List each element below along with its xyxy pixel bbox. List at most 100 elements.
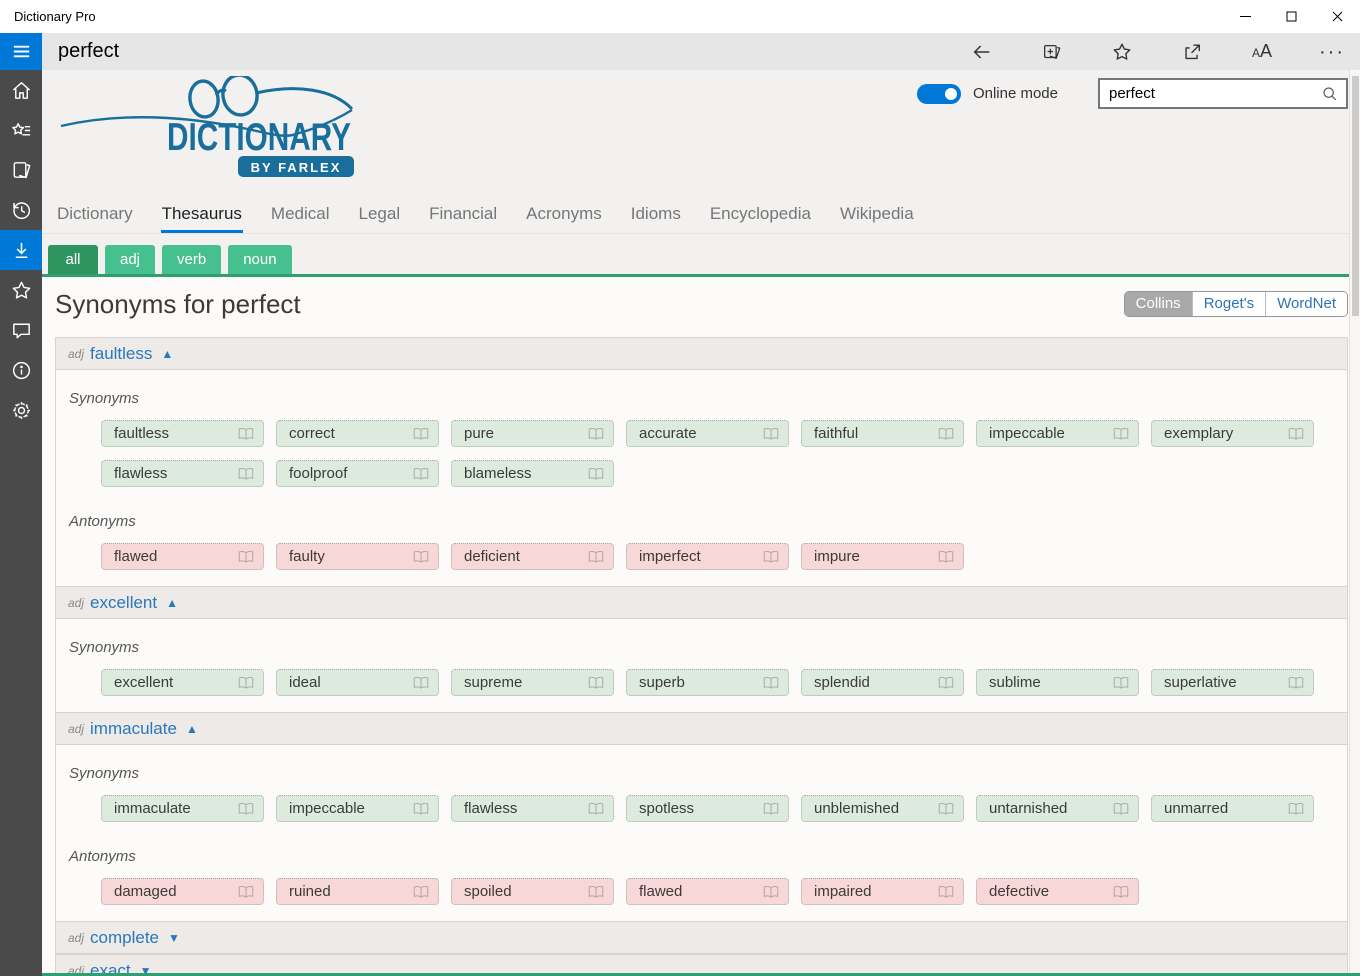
sidebar-item-feedback[interactable]: [0, 310, 42, 350]
close-button[interactable]: [1314, 1, 1360, 33]
synonym-chip[interactable]: splendid: [801, 669, 964, 696]
vertical-scrollbar[interactable]: [1349, 70, 1360, 976]
antonym-chip[interactable]: flawed: [626, 878, 789, 905]
sidebar-item-history[interactable]: [0, 190, 42, 230]
sidebar-item-flashcards[interactable]: [0, 150, 42, 190]
pos-filter-all[interactable]: all: [48, 245, 98, 274]
book-icon[interactable]: [937, 549, 955, 565]
sidebar-item-home[interactable]: [0, 70, 42, 110]
book-icon[interactable]: [237, 884, 255, 900]
online-mode-toggle[interactable]: [917, 84, 961, 104]
antonym-chip[interactable]: imperfect: [626, 543, 789, 570]
synonym-chip[interactable]: superb: [626, 669, 789, 696]
tab-encyclopedia[interactable]: Encyclopedia: [709, 204, 812, 233]
add-flashcard-button[interactable]: [1040, 40, 1064, 64]
favorite-button[interactable]: [1110, 40, 1134, 64]
synonym-chip[interactable]: correct: [276, 420, 439, 447]
book-icon[interactable]: [762, 801, 780, 817]
book-icon[interactable]: [762, 426, 780, 442]
tab-dictionary[interactable]: Dictionary: [56, 204, 134, 233]
book-icon[interactable]: [237, 675, 255, 691]
tab-thesaurus[interactable]: Thesaurus: [161, 204, 243, 233]
synonym-chip[interactable]: ideal: [276, 669, 439, 696]
antonym-chip[interactable]: damaged: [101, 878, 264, 905]
maximize-button[interactable]: [1268, 1, 1314, 33]
synonym-chip[interactable]: spotless: [626, 795, 789, 822]
sidebar-item-downloads[interactable]: [0, 230, 42, 270]
synonym-chip[interactable]: blameless: [451, 460, 614, 487]
tab-wikipedia[interactable]: Wikipedia: [839, 204, 915, 233]
synonym-chip[interactable]: faithful: [801, 420, 964, 447]
synonym-chip[interactable]: flawless: [101, 460, 264, 487]
book-icon[interactable]: [937, 426, 955, 442]
text-size-button[interactable]: AA: [1250, 40, 1274, 64]
dictionary-logo[interactable]: DICTIONARY BY FARLEX: [56, 76, 356, 189]
search-icon[interactable]: [1321, 85, 1338, 102]
tab-medical[interactable]: Medical: [270, 204, 331, 233]
book-icon[interactable]: [237, 466, 255, 482]
synonym-chip[interactable]: pure: [451, 420, 614, 447]
book-icon[interactable]: [587, 549, 605, 565]
pos-filter-adj[interactable]: adj: [105, 245, 155, 274]
back-button[interactable]: [970, 40, 994, 64]
antonym-chip[interactable]: impaired: [801, 878, 964, 905]
source-rogets[interactable]: Roget's: [1192, 292, 1265, 316]
synonym-chip[interactable]: exemplary: [1151, 420, 1314, 447]
synonym-chip[interactable]: faultless: [101, 420, 264, 447]
synonym-chip[interactable]: foolproof: [276, 460, 439, 487]
antonym-chip[interactable]: ruined: [276, 878, 439, 905]
book-icon[interactable]: [1112, 801, 1130, 817]
synonym-chip[interactable]: supreme: [451, 669, 614, 696]
book-icon[interactable]: [762, 884, 780, 900]
synonym-chip[interactable]: impeccable: [976, 420, 1139, 447]
pos-filter-noun[interactable]: noun: [228, 245, 291, 274]
book-icon[interactable]: [587, 884, 605, 900]
scrollbar-thumb[interactable]: [1352, 76, 1359, 316]
synonym-chip[interactable]: flawless: [451, 795, 614, 822]
section-word-link[interactable]: faultless: [90, 344, 152, 364]
section-word-link[interactable]: immaculate: [90, 719, 177, 739]
book-icon[interactable]: [937, 884, 955, 900]
antonym-chip[interactable]: flawed: [101, 543, 264, 570]
book-icon[interactable]: [937, 801, 955, 817]
synonym-chip[interactable]: sublime: [976, 669, 1139, 696]
synonym-chip[interactable]: excellent: [101, 669, 264, 696]
antonym-chip[interactable]: faulty: [276, 543, 439, 570]
book-icon[interactable]: [587, 426, 605, 442]
section-header-immaculate[interactable]: adjimmaculate▲: [56, 712, 1347, 745]
section-word-link[interactable]: excellent: [90, 593, 157, 613]
book-icon[interactable]: [237, 549, 255, 565]
book-icon[interactable]: [587, 801, 605, 817]
tab-idioms[interactable]: Idioms: [630, 204, 682, 233]
book-icon[interactable]: [937, 675, 955, 691]
sidebar-item-word-list[interactable]: [0, 110, 42, 150]
sidebar-item-menu[interactable]: [0, 33, 42, 70]
synonym-chip[interactable]: accurate: [626, 420, 789, 447]
search-input[interactable]: [1100, 85, 1321, 102]
book-icon[interactable]: [237, 426, 255, 442]
book-icon[interactable]: [412, 549, 430, 565]
synonym-chip[interactable]: unblemished: [801, 795, 964, 822]
book-icon[interactable]: [1287, 801, 1305, 817]
pos-filter-verb[interactable]: verb: [162, 245, 221, 274]
book-icon[interactable]: [412, 884, 430, 900]
book-icon[interactable]: [1112, 884, 1130, 900]
book-icon[interactable]: [762, 675, 780, 691]
book-icon[interactable]: [237, 801, 255, 817]
synonym-chip[interactable]: impeccable: [276, 795, 439, 822]
book-icon[interactable]: [412, 466, 430, 482]
sidebar-item-about[interactable]: [0, 350, 42, 390]
book-icon[interactable]: [1287, 426, 1305, 442]
tab-legal[interactable]: Legal: [358, 204, 402, 233]
book-icon[interactable]: [1287, 675, 1305, 691]
sidebar-item-settings[interactable]: [0, 390, 42, 430]
source-wordnet[interactable]: WordNet: [1265, 292, 1347, 316]
book-icon[interactable]: [412, 426, 430, 442]
source-collins[interactable]: Collins: [1125, 292, 1192, 316]
section-word-link[interactable]: complete: [90, 928, 159, 948]
book-icon[interactable]: [412, 801, 430, 817]
synonym-chip[interactable]: superlative: [1151, 669, 1314, 696]
synonym-chip[interactable]: untarnished: [976, 795, 1139, 822]
section-header-excellent[interactable]: adjexcellent▲: [56, 586, 1347, 619]
sidebar-item-favorites[interactable]: [0, 270, 42, 310]
